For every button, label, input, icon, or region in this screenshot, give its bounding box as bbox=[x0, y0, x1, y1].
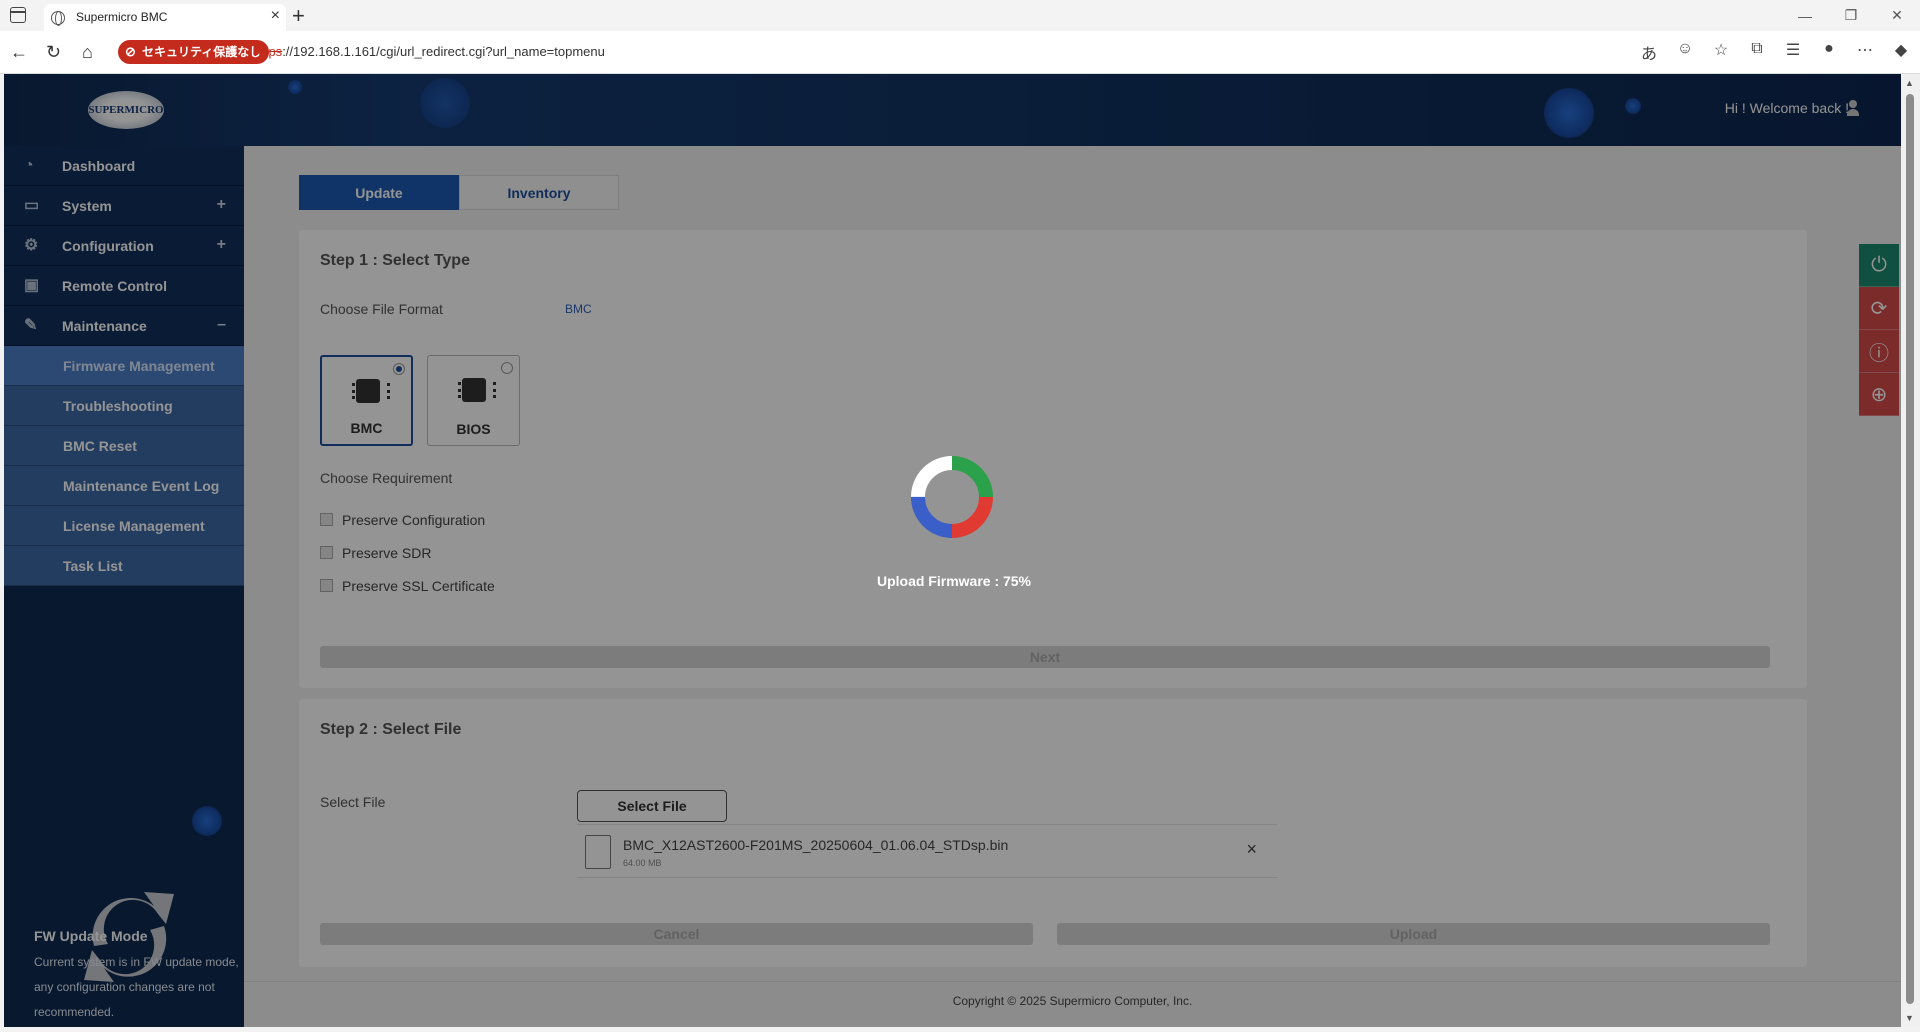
globe-icon bbox=[51, 11, 65, 26]
address-bar: ← ↻ ⌂ セキュリティ保護なし https://192.168.1.161/c… bbox=[0, 31, 1920, 74]
bmc-app: SUPERMICRO Hi ! Welcome back ! ◔ Dashboa… bbox=[4, 74, 1901, 1027]
translate-icon[interactable]: あ bbox=[1640, 40, 1658, 64]
copilot-icon[interactable]: ◆ bbox=[1892, 40, 1910, 64]
security-badge[interactable]: セキュリティ保護なし bbox=[118, 40, 270, 64]
favorites-icon[interactable]: ☰ bbox=[1784, 40, 1802, 64]
minimize-icon[interactable]: — bbox=[1782, 0, 1828, 31]
window-close-icon[interactable]: ✕ bbox=[1874, 0, 1920, 31]
new-tab-icon[interactable]: + bbox=[292, 3, 305, 29]
tab-close-icon[interactable]: × bbox=[271, 7, 280, 25]
more-icon[interactable]: ⋯ bbox=[1856, 40, 1874, 64]
upload-overlay: Upload Firmware : 75% bbox=[4, 74, 1901, 1027]
window-controls: — ❐ ✕ bbox=[1782, 0, 1920, 31]
scroll-down-icon[interactable]: ▼ bbox=[1905, 1013, 1914, 1023]
browser-tools: あ ☺ ☆ ⧉ ☰ ● ⋯ ◆ bbox=[1640, 40, 1910, 64]
favorite-star-icon[interactable]: ☆ bbox=[1712, 40, 1730, 64]
url-field[interactable]: セキュリティ保護なし https://192.168.1.161/cgi/url… bbox=[118, 38, 1693, 67]
tab-title: Supermicro BMC bbox=[76, 10, 168, 24]
url-text[interactable]: https://192.168.1.161/cgi/url_redirect.c… bbox=[254, 44, 605, 59]
restore-icon[interactable]: ❐ bbox=[1828, 0, 1874, 31]
scrollbar-thumb[interactable] bbox=[1906, 94, 1914, 1004]
refresh-icon[interactable]: ↻ bbox=[46, 42, 61, 63]
extensions-icon[interactable]: ⧉ bbox=[1748, 40, 1766, 64]
home-icon[interactable]: ⌂ bbox=[82, 42, 93, 63]
url-protocol: https bbox=[254, 44, 283, 59]
upload-progress-text: Upload Firmware : 75% bbox=[876, 573, 1032, 589]
page-scrollbar[interactable]: ▲ ▼ bbox=[1901, 74, 1920, 1027]
profile-icon[interactable]: ● bbox=[1820, 40, 1838, 64]
browser-tabbar: Supermicro BMC × + — ❐ ✕ bbox=[0, 0, 1920, 31]
scroll-up-icon[interactable]: ▲ bbox=[1905, 78, 1914, 88]
browser-tab[interactable]: Supermicro BMC × bbox=[44, 4, 286, 31]
tab-actions-icon[interactable] bbox=[10, 7, 26, 23]
url-path: ://192.168.1.161/cgi/url_redirect.cgi?ur… bbox=[282, 44, 605, 59]
loading-spinner-icon bbox=[911, 456, 993, 538]
reader-icon[interactable]: ☺ bbox=[1676, 40, 1694, 64]
back-icon[interactable]: ← bbox=[10, 42, 28, 63]
